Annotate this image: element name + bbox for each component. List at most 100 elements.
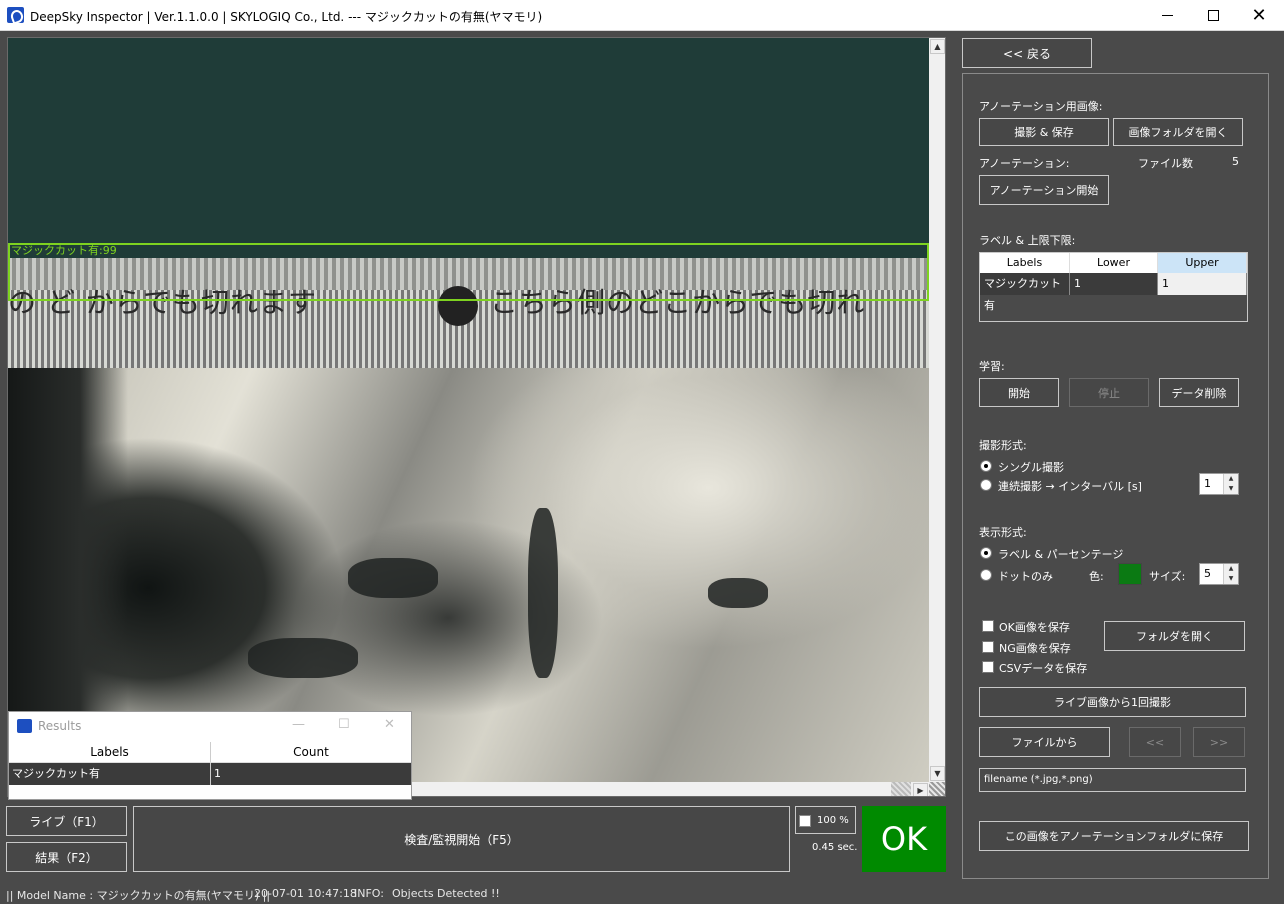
- foil-crease: [528, 508, 558, 678]
- zoom-percent-toggle[interactable]: 100 %: [795, 806, 856, 834]
- capture-from-live-button[interactable]: ライブ画像から1回撮影: [979, 687, 1246, 717]
- status-model-name: || Model Name : マジックカットの有無(ヤマモリ) ||: [6, 889, 271, 902]
- label-percent-radio[interactable]: [980, 547, 992, 559]
- delete-data-button[interactable]: データ削除: [1159, 378, 1239, 407]
- scroll-up-icon[interactable]: ▲: [930, 39, 945, 54]
- status-bar: || Model Name : マジックカットの有無(ヤマモリ) || 20-0…: [0, 884, 1284, 904]
- maximize-icon: [1207, 10, 1219, 21]
- label-header-lower[interactable]: Lower: [1070, 253, 1158, 273]
- status-info-message: Objects Detected !!: [392, 887, 500, 900]
- minimize-button[interactable]: [1144, 0, 1190, 31]
- save-to-annotation-folder-button[interactable]: この画像をアノーテーションフォルダに保存: [979, 821, 1249, 851]
- file-count-value: 5: [1232, 155, 1239, 168]
- status-timestamp: 20-07-01 10:47:18: [254, 887, 357, 900]
- continuous-capture-radio[interactable]: [980, 479, 992, 491]
- scroll-thumb[interactable]: [891, 782, 911, 796]
- results-close-icon[interactable]: ✕: [384, 717, 395, 732]
- size-stepper-buttons[interactable]: ▲ ▼: [1223, 564, 1238, 584]
- continuous-capture-label[interactable]: 連続撮影 → インターバル [s]: [998, 478, 1142, 494]
- close-button[interactable]: ✕: [1236, 0, 1282, 31]
- live-button[interactable]: ライブ（F1）: [6, 806, 127, 836]
- train-start-button[interactable]: 開始: [979, 378, 1059, 407]
- results-title-bar[interactable]: Results — ☐ ✕: [9, 712, 411, 740]
- open-image-folder-button[interactable]: 画像フォルダを開く: [1113, 118, 1243, 146]
- horizontal-scrollbar[interactable]: ▶: [408, 782, 929, 796]
- resize-grip-icon[interactable]: [929, 782, 945, 796]
- stepper-down-icon[interactable]: ▼: [1224, 484, 1238, 494]
- stepper-down-icon[interactable]: ▼: [1224, 574, 1238, 584]
- train-stop-button[interactable]: 停止: [1069, 378, 1149, 407]
- label-limits-table: Labels Lower Upper マジックカット有 1 1: [979, 252, 1248, 322]
- save-ng-label[interactable]: NG画像を保存: [999, 640, 1071, 656]
- zoom-percent-checkbox[interactable]: [799, 815, 811, 827]
- maximize-button[interactable]: [1190, 0, 1236, 31]
- results-header-count[interactable]: Count: [211, 742, 411, 762]
- prev-image-button[interactable]: <<: [1129, 727, 1181, 757]
- inspect-start-button[interactable]: 検査/監視開始（F5）: [133, 806, 790, 872]
- dot-color-swatch[interactable]: [1118, 563, 1142, 585]
- results-app-icon: [17, 719, 32, 733]
- foil-crease: [708, 578, 768, 608]
- display-mode-label: 表示形式:: [979, 526, 1027, 539]
- save-ok-checkbox[interactable]: [982, 620, 994, 632]
- save-ng-checkbox[interactable]: [982, 641, 994, 653]
- interval-stepper-buttons[interactable]: ▲ ▼: [1223, 474, 1238, 494]
- label-header-upper[interactable]: Upper: [1158, 253, 1247, 273]
- vertical-scrollbar[interactable]: ▲ ▼: [929, 38, 945, 782]
- results-header-labels[interactable]: Labels: [9, 742, 211, 762]
- label-cell-upper[interactable]: 1: [1158, 273, 1247, 295]
- annotation-start-button[interactable]: アノーテーション開始: [979, 175, 1109, 205]
- window-title: DeepSky Inspector | Ver.1.1.0.0 | SKYLOG…: [30, 10, 543, 24]
- scroll-right-icon[interactable]: ▶: [913, 783, 928, 796]
- interval-stepper[interactable]: 1 ▲ ▼: [1199, 473, 1239, 495]
- next-image-button[interactable]: >>: [1193, 727, 1245, 757]
- annotation-images-label: アノーテーション用画像:: [979, 100, 1103, 113]
- dots-only-option[interactable]: ドットのみ: [998, 568, 1053, 584]
- title-bar: DeepSky Inspector | Ver.1.1.0.0 | SKYLOG…: [0, 0, 1284, 31]
- foil-crease: [248, 638, 358, 678]
- scroll-down-icon[interactable]: ▼: [930, 766, 945, 781]
- filename-field[interactable]: filename (*.jpg,*.png): [979, 768, 1246, 792]
- size-stepper[interactable]: 5 ▲ ▼: [1199, 563, 1239, 585]
- save-ok-label[interactable]: OK画像を保存: [999, 619, 1070, 635]
- judgement-indicator: OK: [862, 806, 946, 872]
- label-percent-option[interactable]: ラベル & パーセンテージ: [998, 546, 1123, 562]
- label-header-labels[interactable]: Labels: [980, 253, 1070, 273]
- result-button[interactable]: 結果（F2）: [6, 842, 127, 872]
- save-csv-label[interactable]: CSVデータを保存: [999, 660, 1087, 676]
- single-capture-label[interactable]: シングル撮影: [998, 459, 1064, 475]
- results-title: Results: [38, 719, 82, 733]
- label-limits-label: ラベル & 上限下限:: [979, 234, 1076, 247]
- stepper-up-icon[interactable]: ▲: [1224, 474, 1238, 484]
- close-icon: ✕: [1251, 4, 1267, 26]
- label-table-header: Labels Lower Upper: [980, 253, 1247, 273]
- back-button[interactable]: << 戻る: [962, 38, 1092, 68]
- save-csv-checkbox[interactable]: [982, 661, 994, 673]
- training-label: 学習:: [979, 360, 1005, 373]
- status-info-label: INFO:: [354, 887, 384, 900]
- results-minimize-icon[interactable]: —: [292, 717, 305, 732]
- stepper-up-icon[interactable]: ▲: [1224, 564, 1238, 574]
- detection-label: マジックカット有:99: [11, 244, 117, 257]
- open-folder-button[interactable]: フォルダを開く: [1104, 621, 1245, 651]
- camera-image: の ど からでも切れます こちら側のどこからでも切れ マジックカット有:99: [8, 38, 929, 782]
- image-viewer[interactable]: の ど からでも切れます こちら側のどこからでも切れ マジックカット有:99 ▲…: [7, 37, 946, 797]
- results-window[interactable]: Results — ☐ ✕ Labels Count マジックカット有 1: [8, 711, 412, 800]
- table-row[interactable]: マジックカット有 1: [9, 763, 411, 785]
- label-cell-lower[interactable]: 1: [1070, 273, 1158, 295]
- single-capture-radio[interactable]: [980, 460, 992, 472]
- zoom-percent-label: 100 %: [817, 815, 849, 826]
- file-count-label: ファイル数: [1138, 157, 1193, 170]
- table-row[interactable]: マジックカット有 1 1: [980, 273, 1247, 312]
- size-value[interactable]: 5: [1204, 567, 1211, 580]
- from-file-button[interactable]: ファイルから: [979, 727, 1110, 757]
- dots-only-radio[interactable]: [980, 569, 992, 581]
- camera-background: [8, 38, 929, 274]
- interval-value[interactable]: 1: [1204, 477, 1211, 490]
- results-maximize-icon[interactable]: ☐: [338, 717, 350, 732]
- color-label: 色:: [1089, 570, 1104, 583]
- detection-bounding-box: [8, 243, 929, 301]
- label-cell-label[interactable]: マジックカット有: [980, 273, 1070, 312]
- capture-save-button[interactable]: 撮影 & 保存: [979, 118, 1109, 146]
- results-header-row: Labels Count: [9, 742, 411, 763]
